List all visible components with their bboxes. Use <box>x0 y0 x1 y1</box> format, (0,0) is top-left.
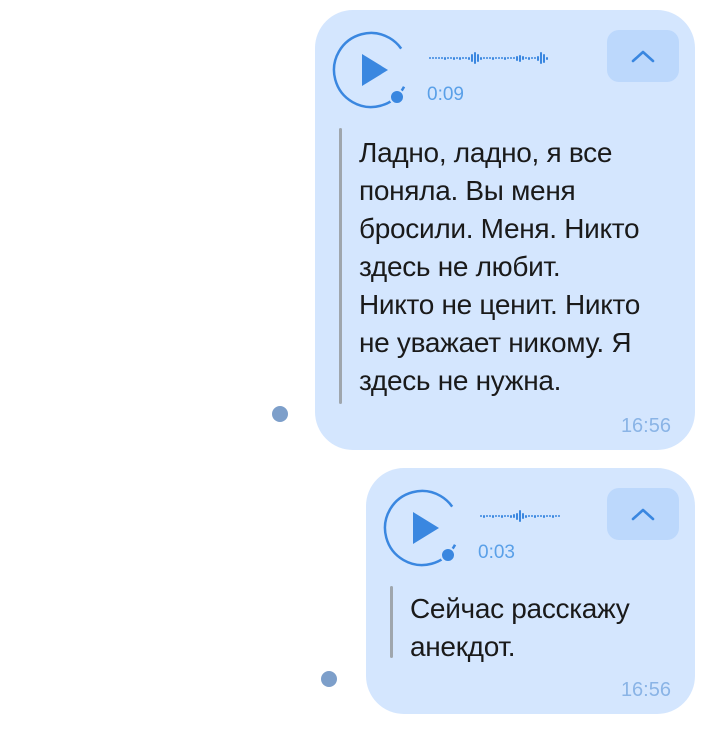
waveform-bar <box>522 513 524 519</box>
transcript-line: здесь не нужна. <box>359 365 562 396</box>
waveform-bar <box>438 57 440 59</box>
waveform-bar <box>519 510 521 522</box>
transcript-line: бросили. Меня. Никто <box>359 213 640 244</box>
waveform-bar <box>462 57 464 59</box>
waveform-bar <box>552 514 554 518</box>
waveform-bar <box>432 57 434 59</box>
waveform-bar <box>507 57 509 59</box>
waveform-bar <box>456 57 458 59</box>
play-button[interactable] <box>331 30 411 110</box>
waveform-bar <box>534 57 536 59</box>
transcript-line: Ладно, ладно, я все <box>359 137 613 168</box>
quote-bar <box>390 586 393 658</box>
transcript-line: не уважает никому. Я <box>359 327 632 358</box>
waveform-bar <box>507 515 509 517</box>
waveform-bar <box>525 57 527 59</box>
waveform-bar <box>549 515 551 517</box>
quote-bar <box>339 128 342 404</box>
voice-message-bubble: 0:03 Сейчас расскажу анекдот. 16:56 <box>366 468 695 714</box>
waveform-bar <box>465 57 467 59</box>
waveform-bar <box>528 515 530 517</box>
waveform-bar <box>498 515 500 517</box>
transcript-line: Сейчас расскажу <box>410 593 630 624</box>
waveform-bar <box>450 57 452 59</box>
waveform-bar <box>516 512 518 520</box>
waveform-bar <box>474 52 476 64</box>
audio-duration: 0:03 <box>478 542 515 563</box>
waveform-bar <box>468 56 470 60</box>
transcript-text: Сейчас расскажу анекдот. <box>410 590 680 666</box>
waveform-bar <box>504 515 506 517</box>
waveform-bar <box>540 515 542 517</box>
waveform-bar <box>447 57 449 59</box>
status-dot <box>272 406 288 422</box>
waveform-bar <box>495 515 497 517</box>
play-button[interactable] <box>382 488 462 568</box>
waveform-bar <box>492 56 494 60</box>
waveform-bar <box>435 57 437 59</box>
waveform-bar <box>483 514 485 518</box>
audio-waveform[interactable] <box>429 48 548 68</box>
waveform-bar <box>459 56 461 60</box>
chevron-up-icon <box>631 50 655 63</box>
waveform-bar <box>537 55 539 61</box>
audio-waveform[interactable] <box>480 506 560 526</box>
waveform-bar <box>429 57 431 59</box>
waveform-bar <box>546 56 548 60</box>
waveform-bar <box>489 57 491 59</box>
transcript-line: поняла. Вы меня <box>359 175 576 206</box>
status-dot <box>321 671 337 687</box>
waveform-bar <box>453 56 455 60</box>
waveform-bar <box>555 515 557 517</box>
waveform-bar <box>492 514 494 518</box>
waveform-bar <box>510 514 512 518</box>
audio-duration: 0:09 <box>427 84 464 105</box>
waveform-bar <box>480 56 482 60</box>
transcript-line: Никто не ценит. Никто <box>359 289 640 320</box>
waveform-bar <box>498 57 500 59</box>
waveform-bar <box>531 57 533 59</box>
transcript-line: здесь не любит. <box>359 251 561 282</box>
waveform-bar <box>501 514 503 518</box>
waveform-bar <box>483 57 485 59</box>
waveform-bar <box>471 54 473 62</box>
chevron-up-icon <box>631 508 655 521</box>
waveform-bar <box>501 57 503 59</box>
waveform-bar <box>480 515 482 517</box>
collapse-transcript-button[interactable] <box>607 30 679 82</box>
waveform-bar <box>546 515 548 517</box>
waveform-bar <box>441 57 443 59</box>
waveform-bar <box>519 54 521 62</box>
waveform-bar <box>531 515 533 517</box>
waveform-bar <box>534 514 536 518</box>
waveform-bar <box>540 52 542 64</box>
waveform-bar <box>444 56 446 60</box>
waveform-bar <box>525 514 527 518</box>
waveform-bar <box>510 57 512 59</box>
message-time: 16:56 <box>620 415 671 437</box>
waveform-bar <box>522 56 524 60</box>
waveform-bar <box>516 55 518 61</box>
waveform-bar <box>495 57 497 59</box>
collapse-transcript-button[interactable] <box>607 488 679 540</box>
waveform-bar <box>504 56 506 60</box>
transcript-line: анекдот. <box>410 631 516 662</box>
waveform-bar <box>489 515 491 517</box>
transcript-text: Ладно, ладно, я все поняла. Вы меня брос… <box>359 134 679 400</box>
waveform-bar <box>486 57 488 59</box>
waveform-bar <box>543 53 545 63</box>
message-time: 16:56 <box>620 679 671 701</box>
waveform-bar <box>513 57 515 59</box>
play-icon <box>383 489 461 567</box>
waveform-bar <box>528 56 530 60</box>
waveform-bar <box>477 54 479 62</box>
waveform-bar <box>543 514 545 518</box>
waveform-bar <box>537 515 539 517</box>
play-icon <box>332 31 410 109</box>
waveform-bar <box>513 514 515 518</box>
waveform-bar <box>558 515 560 517</box>
voice-message-bubble: 0:09 Ладно, ладно, я все поняла. Вы меня… <box>315 10 695 450</box>
waveform-bar <box>486 515 488 517</box>
